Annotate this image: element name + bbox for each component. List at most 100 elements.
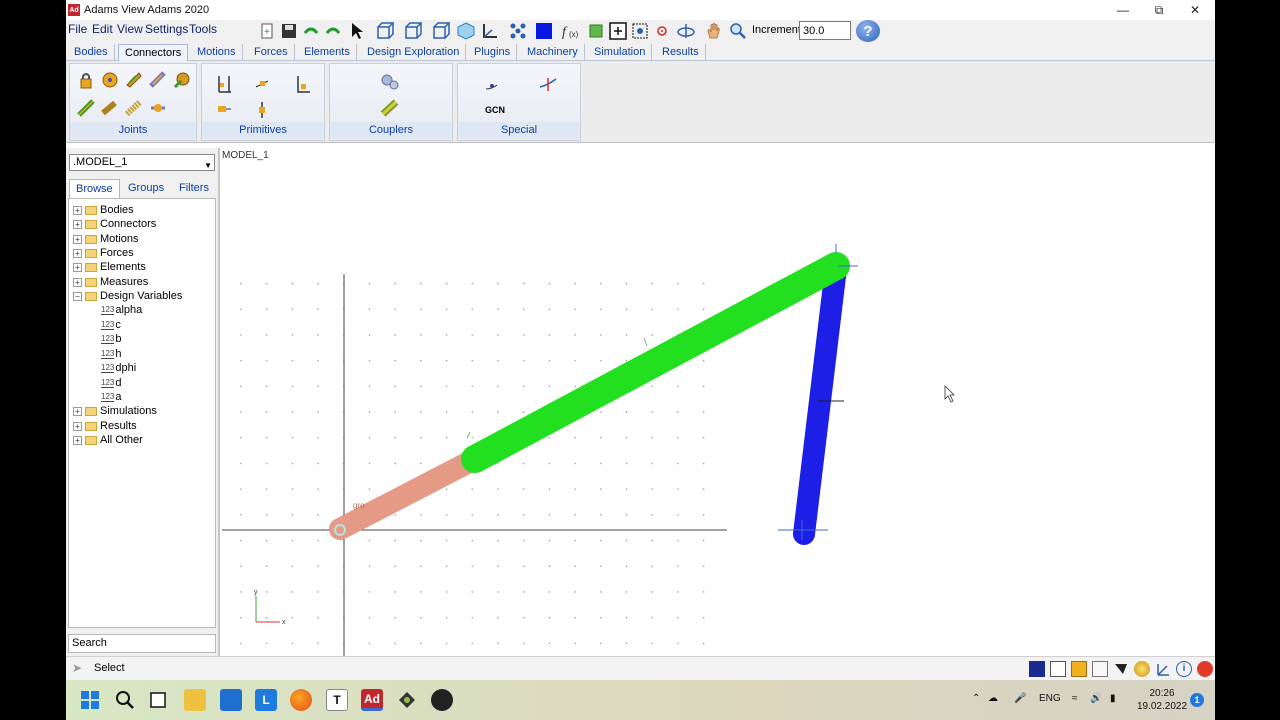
tree-item-variable[interactable]: 123 dphi bbox=[101, 361, 136, 375]
redo-icon[interactable] bbox=[323, 21, 343, 41]
expand-icon[interactable]: + bbox=[73, 406, 82, 416]
orientation-primitive-icon[interactable] bbox=[292, 74, 312, 94]
expand-icon[interactable]: + bbox=[73, 435, 82, 445]
notification-icon[interactable]: 1 bbox=[1190, 693, 1204, 707]
network-icon[interactable] bbox=[508, 21, 528, 41]
collapse-icon[interactable]: − bbox=[73, 291, 82, 301]
screw-joint-icon[interactable] bbox=[124, 98, 144, 118]
tree-item-bodies[interactable]: + Bodies bbox=[73, 203, 134, 217]
tree-item-simulations[interactable]: + Simulations bbox=[73, 404, 157, 418]
fixed-joint-icon[interactable] bbox=[76, 70, 96, 90]
view-top-icon[interactable] bbox=[403, 21, 423, 41]
tree-item-elements[interactable]: + Elements bbox=[73, 260, 146, 274]
expand-icon[interactable]: + bbox=[73, 262, 82, 272]
tree-item-connectors[interactable]: + Connectors bbox=[73, 217, 156, 231]
measure-icon[interactable] bbox=[586, 21, 606, 41]
zoom-box-icon[interactable] bbox=[630, 21, 650, 41]
tree-item-variable[interactable]: 123 d bbox=[101, 376, 121, 390]
windows-start-icon[interactable] bbox=[79, 689, 101, 711]
menu-tools[interactable]: Tools bbox=[189, 22, 217, 36]
expand-icon[interactable]: + bbox=[73, 277, 82, 287]
status-plot-icon[interactable] bbox=[1050, 661, 1066, 677]
tree-item-variable[interactable]: 123 alpha bbox=[101, 303, 142, 317]
tree-item-variable[interactable]: 123 b bbox=[101, 332, 121, 346]
volume-icon[interactable]: 🔊 bbox=[1090, 693, 1102, 704]
spherical-joint-icon[interactable] bbox=[172, 70, 192, 90]
save-icon[interactable] bbox=[279, 21, 299, 41]
status-coordinate-icon[interactable] bbox=[1155, 661, 1171, 677]
taskbar-app-sphere-icon[interactable] bbox=[431, 689, 453, 711]
taskbar-app-l-icon[interactable]: L bbox=[255, 689, 277, 711]
perpendicular-primitive-icon[interactable] bbox=[252, 100, 272, 120]
pan-hand-icon[interactable] bbox=[704, 21, 724, 41]
tab-filters[interactable]: Filters bbox=[173, 179, 215, 198]
tray-chevron-icon[interactable]: ⌃ bbox=[972, 693, 980, 704]
expand-icon[interactable]: + bbox=[73, 421, 82, 431]
adams-taskbar-icon[interactable]: Ad bbox=[361, 689, 383, 711]
curve-curve-icon[interactable] bbox=[482, 74, 502, 94]
task-view-icon[interactable] bbox=[148, 689, 170, 711]
translational-joint-icon[interactable] bbox=[124, 70, 144, 90]
tab-groups[interactable]: Groups bbox=[122, 179, 170, 198]
help-icon[interactable]: ? bbox=[856, 20, 880, 42]
battery-icon[interactable]: ▮ bbox=[1110, 693, 1116, 704]
tab-simulation[interactable]: Simulation bbox=[588, 44, 653, 61]
inplane-primitive-icon[interactable] bbox=[252, 74, 272, 94]
minimize-button[interactable]: — bbox=[1105, 0, 1141, 20]
tab-results[interactable]: Results bbox=[656, 44, 706, 61]
select-arrow-icon[interactable] bbox=[347, 21, 367, 41]
tab-plugins[interactable]: Plugins bbox=[468, 44, 518, 61]
tree-item-results[interactable]: + Results bbox=[73, 419, 137, 433]
tree-item-variable[interactable]: 123 c bbox=[101, 318, 121, 332]
function-builder-icon[interactable]: f (x) bbox=[561, 21, 581, 41]
close-button[interactable]: ✕ bbox=[1177, 0, 1213, 20]
restore-button[interactable]: ⧉ bbox=[1141, 0, 1177, 20]
cylindrical-joint-icon[interactable] bbox=[148, 70, 168, 90]
file-explorer-icon[interactable] bbox=[184, 689, 206, 711]
taskbar-app-t-icon[interactable]: T bbox=[326, 689, 348, 711]
expand-icon[interactable]: + bbox=[73, 234, 82, 244]
coupler-icon[interactable] bbox=[380, 98, 400, 118]
tree-item-variable[interactable]: 123 a bbox=[101, 390, 121, 404]
status-about-icon[interactable]: i bbox=[1176, 661, 1192, 677]
expand-icon[interactable]: + bbox=[73, 219, 82, 229]
taskbar-clock[interactable]: 20:26 19.02.2022 bbox=[1132, 687, 1192, 713]
menu-settings[interactable]: Settings bbox=[145, 22, 188, 36]
planar-joint-icon[interactable] bbox=[76, 98, 96, 118]
status-stop-icon[interactable] bbox=[1197, 661, 1213, 677]
tree-item-variable[interactable]: 123 h bbox=[101, 347, 121, 361]
tab-design-exploration[interactable]: Design Exploration bbox=[361, 44, 467, 61]
view-front-icon[interactable] bbox=[375, 21, 395, 41]
status-info-icon[interactable] bbox=[1071, 661, 1087, 677]
tab-browse[interactable]: Browse bbox=[69, 179, 120, 198]
tree-item-design-variables[interactable]: − Design Variables bbox=[73, 289, 182, 303]
search-icon[interactable] bbox=[114, 689, 136, 711]
view-iso-icon[interactable] bbox=[456, 21, 476, 41]
gear-coupler-icon[interactable] bbox=[380, 72, 400, 92]
model-viewport[interactable]: MODEL_1 gro y x bbox=[222, 148, 1215, 656]
store-icon[interactable] bbox=[220, 689, 242, 711]
tree-item-motions[interactable]: + Motions bbox=[73, 232, 139, 246]
status-lights-icon[interactable] bbox=[1134, 661, 1150, 677]
tab-machinery[interactable]: Machinery bbox=[521, 44, 585, 61]
expand-icon[interactable]: + bbox=[73, 205, 82, 215]
tab-connectors[interactable]: Connectors bbox=[118, 44, 189, 61]
parallel-primitive-icon[interactable] bbox=[214, 100, 234, 120]
view-side-icon[interactable] bbox=[431, 21, 451, 41]
menu-edit[interactable]: Edit bbox=[92, 22, 113, 36]
onedrive-icon[interactable]: ☁ bbox=[988, 693, 998, 704]
undo-icon[interactable] bbox=[301, 21, 321, 41]
gcn-icon[interactable]: GCN bbox=[482, 100, 508, 120]
firefox-icon[interactable] bbox=[290, 689, 312, 711]
browser-search-input[interactable]: Search bbox=[68, 634, 216, 653]
expand-icon[interactable]: + bbox=[73, 248, 82, 258]
tab-motions[interactable]: Motions bbox=[191, 44, 243, 61]
status-table-icon[interactable] bbox=[1092, 661, 1108, 677]
center-icon[interactable] bbox=[652, 21, 672, 41]
rotate-icon[interactable] bbox=[676, 21, 696, 41]
menu-file[interactable]: File bbox=[68, 22, 87, 36]
tree-item-all-other[interactable]: + All Other bbox=[73, 433, 143, 447]
tab-elements[interactable]: Elements bbox=[298, 44, 357, 61]
status-forces-icon[interactable] bbox=[1113, 661, 1129, 677]
zoom-magnifier-icon[interactable] bbox=[728, 21, 748, 41]
